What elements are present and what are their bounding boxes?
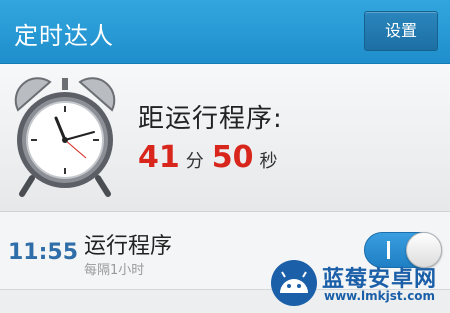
countdown-panel: 距运行程序: 41 分 50 秒 [0, 64, 450, 212]
minutes-unit: 分 [185, 151, 204, 172]
countdown-value: 41 分 50 秒 [138, 140, 286, 175]
countdown-label: 距运行程序: [138, 104, 283, 134]
schedule-time: 11:55 [8, 240, 79, 265]
android-logo-icon [271, 260, 317, 306]
schedule-title: 运行程序 [84, 234, 173, 259]
schedule-interval: 每隔1小时 [84, 263, 145, 278]
watermark: 蓝莓安卓网 www.lmkjst.com [270, 255, 450, 313]
countdown-seconds: 50 [211, 140, 254, 175]
settings-button[interactable]: 设置 [364, 11, 438, 51]
countdown-minutes: 41 [138, 140, 180, 175]
app-title: 定时达人 [14, 22, 114, 50]
watermark-url: www.lmkjst.com [324, 289, 436, 303]
alarm-clock-icon [14, 77, 116, 197]
app-header: 定时达人 设置 [0, 0, 450, 64]
seconds-unit: 秒 [259, 151, 278, 172]
